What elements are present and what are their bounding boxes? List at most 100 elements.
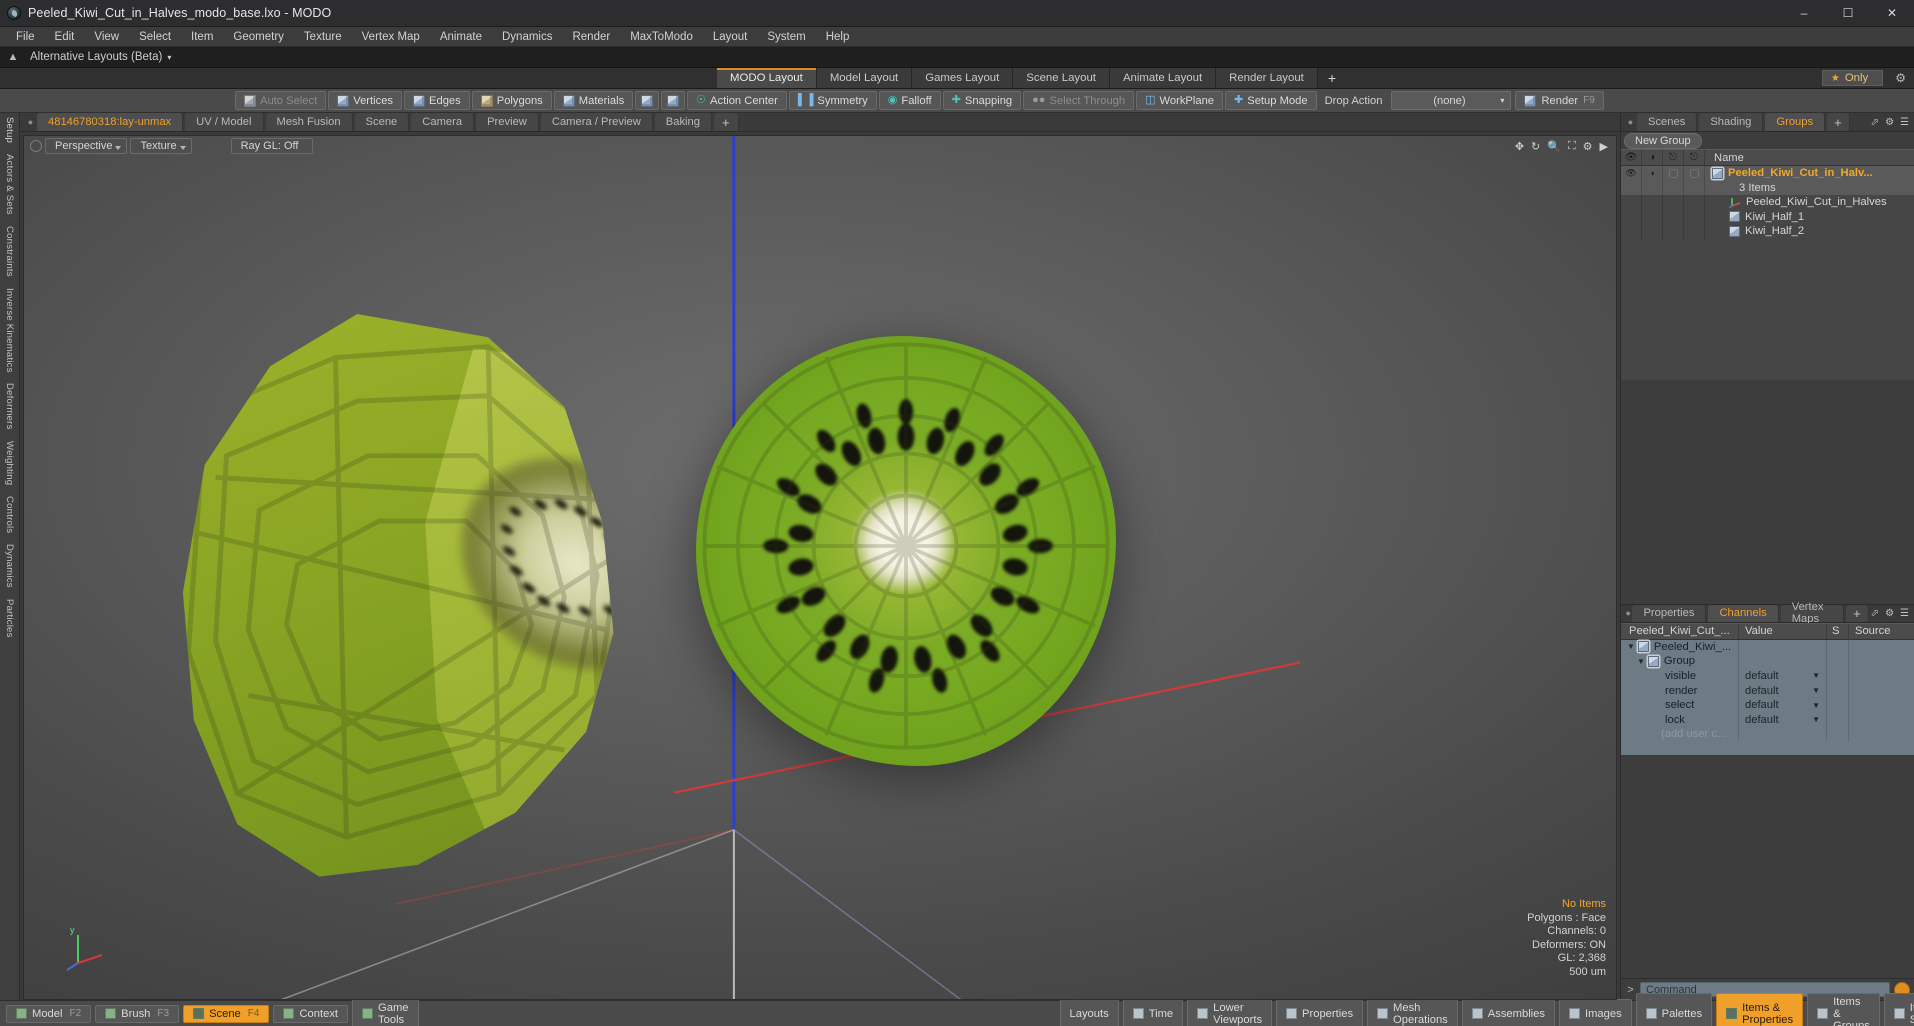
layout-tab-model[interactable]: Model Layout (816, 68, 913, 88)
row-wire-toggle[interactable] (1663, 166, 1684, 181)
channel-row-lock[interactable]: lock default ▼ (1621, 712, 1914, 728)
viewport-tab-uv-model[interactable]: UV / Model (185, 113, 264, 131)
menu-layout[interactable]: Layout (703, 27, 758, 47)
rail-controls[interactable]: Controls (4, 496, 15, 533)
maximize-icon[interactable]: ▶ (1600, 140, 1608, 153)
item-row-kiwi-half-2[interactable]: Kiwi_Half_2 (1621, 224, 1914, 239)
group-item-list[interactable]: 👁 ◑ Peeled_Kiwi_Cut_in_Halv... 3 Items P… (1621, 166, 1914, 380)
only-toggle-button[interactable]: ★ Only (1821, 70, 1884, 86)
edges-button[interactable]: Edges (404, 91, 470, 110)
rail-actors-sets[interactable]: Actors & Sets (4, 154, 15, 215)
layout-tab-games[interactable]: Games Layout (912, 68, 1014, 88)
falloff-button[interactable]: ◉ Falloff (878, 91, 941, 110)
tab-scenes[interactable]: Scenes (1637, 113, 1698, 131)
panel-button-items-groups[interactable]: Items & Groups (1807, 992, 1880, 1026)
panel-button-layouts[interactable]: Layouts (1059, 998, 1119, 1026)
channels-list[interactable]: ▼ Peeled_Kiwi_... ▼ Group visible defaul… (1621, 639, 1914, 755)
viewport-options-dot-icon[interactable] (30, 140, 42, 152)
menu-texture[interactable]: Texture (294, 27, 352, 47)
panel-button-images[interactable]: Images (1558, 998, 1632, 1026)
solid-cube-icon[interactable]: ⎋ (1684, 150, 1705, 165)
viewport-tab-scene[interactable]: Scene (354, 113, 410, 131)
menu-edit[interactable]: Edit (45, 27, 85, 47)
menu-view[interactable]: View (84, 27, 129, 47)
panel-menu-dot-icon[interactable]: ● (1624, 113, 1637, 131)
tab-vertex-maps[interactable]: Vertex Maps (1780, 601, 1845, 625)
raygl-toggle[interactable]: Ray GL: Off (230, 138, 314, 154)
menu-maxtomodo[interactable]: MaxToModo (620, 27, 703, 47)
add-viewport-tab-button[interactable]: + (714, 113, 739, 131)
view-mode-dropdown[interactable]: Perspective (45, 138, 128, 154)
menu-help[interactable]: Help (816, 27, 860, 47)
polygons-button[interactable]: Polygons (471, 91, 552, 110)
vertices-button[interactable]: Vertices (328, 91, 403, 110)
tab-properties[interactable]: Properties (1632, 604, 1707, 622)
layout-tab-scene[interactable]: Scene Layout (1013, 68, 1110, 88)
select-center-icon[interactable] (661, 91, 686, 110)
rotate-view-icon[interactable]: ↻ (1531, 140, 1540, 153)
row-solid-toggle[interactable] (1684, 166, 1705, 181)
menu-select[interactable]: Select (129, 27, 181, 47)
chevron-down-icon[interactable]: ▾ (167, 53, 171, 62)
rail-weighting[interactable]: Weighting (4, 441, 15, 485)
render-button[interactable]: Render F9 (1515, 91, 1604, 110)
menu-geometry[interactable]: Geometry (223, 27, 294, 47)
channel-row-root[interactable]: ▼ Peeled_Kiwi_... (1621, 639, 1914, 655)
tab-channels[interactable]: Channels (1708, 604, 1779, 622)
alternative-layouts-label[interactable]: Alternative Layouts (Beta) (30, 51, 162, 63)
channel-value-select[interactable]: default ▼ (1739, 697, 1827, 713)
maximize-button[interactable]: ☐ (1826, 0, 1870, 26)
rail-inverse-kinematics[interactable]: Inverse Kinematics (4, 288, 15, 373)
select-through-button[interactable]: ●● Select Through (1023, 91, 1135, 110)
options-icon[interactable]: ⚙ (1583, 140, 1593, 153)
add-channels-tab-button[interactable]: + (1846, 604, 1869, 622)
panel-button-palettes[interactable]: Palettes (1635, 992, 1713, 1026)
panel-button-properties[interactable]: Properties (1276, 998, 1364, 1026)
panel-button-mesh-operations[interactable]: Mesh Operations (1367, 998, 1458, 1026)
viewport-tab-camera[interactable]: Camera (411, 113, 475, 131)
layout-tab-modo[interactable]: MODO Layout (717, 68, 817, 88)
panel-button-items-properties[interactable]: Items & Properties (1716, 992, 1804, 1026)
fit-view-icon[interactable]: ⛶ (1568, 140, 1576, 153)
gear-icon[interactable]: ⚙ (1885, 117, 1894, 128)
mode-button-brush[interactable]: Brush F3 (95, 1004, 180, 1023)
layout-tab-animate[interactable]: Animate Layout (1109, 68, 1217, 88)
new-group-button[interactable]: New Group (1624, 132, 1702, 149)
select-item-icon[interactable] (635, 91, 660, 110)
gear-icon[interactable]: ⚙ (1885, 608, 1894, 619)
zoom-view-icon[interactable]: 🔍 (1547, 140, 1561, 153)
mode-button-game-tools[interactable]: Game Tools (352, 998, 419, 1026)
tab-groups[interactable]: Groups (1765, 113, 1826, 131)
rail-deformers[interactable]: Deformers (4, 383, 15, 430)
drop-action-select[interactable]: (none) ▾ (1391, 91, 1512, 110)
channel-row-visible[interactable]: visible default ▼ (1621, 668, 1914, 684)
item-row-kiwi-half-1[interactable]: Kiwi_Half_1 (1621, 209, 1914, 224)
snapping-button[interactable]: ✚ Snapping (942, 91, 1022, 110)
viewport-tab-preview[interactable]: Preview (476, 113, 539, 131)
channel-row-group[interactable]: ▼ Group (1621, 654, 1914, 669)
kiwi-half-2-mesh[interactable] (696, 336, 1116, 766)
panel-button-assemblies[interactable]: Assemblies (1461, 998, 1555, 1026)
layout-tab-render[interactable]: Render Layout (1216, 68, 1318, 88)
pin-icon[interactable]: ▲ (0, 51, 26, 63)
channel-row-select[interactable]: select default ▼ (1621, 697, 1914, 713)
action-center-button[interactable]: ☉ Action Center (687, 91, 787, 110)
viewport-tab-camera-preview[interactable]: Camera / Preview (540, 113, 653, 131)
add-panel-tab-button[interactable]: + (1827, 113, 1850, 131)
panel-button-lower-viewports[interactable]: Lower Viewports (1187, 998, 1273, 1026)
item-row-locator[interactable]: Peeled_Kiwi_Cut_in_Halves (1621, 195, 1914, 210)
row-eye-toggle[interactable]: 👁 (1621, 166, 1642, 181)
workplane-button[interactable]: ◫ WorkPlane (1136, 91, 1224, 110)
menu-dynamics[interactable]: Dynamics (492, 27, 562, 47)
eye-icon[interactable]: 👁 (1621, 150, 1642, 165)
materials-button[interactable]: Materials (553, 91, 634, 110)
setup-mode-button[interactable]: ✚ Setup Mode (1225, 91, 1317, 110)
render-icon[interactable]: ◑ (1642, 150, 1663, 165)
menu-animate[interactable]: Animate (430, 27, 492, 47)
rail-dynamics[interactable]: Dynamics (4, 544, 15, 588)
rail-setup[interactable]: Setup (4, 117, 15, 143)
rail-particles[interactable]: Particles (4, 599, 15, 638)
channel-row-render[interactable]: render default ▼ (1621, 683, 1914, 698)
menu-system[interactable]: System (757, 27, 815, 47)
perspective-viewport[interactable]: Perspective Texture Ray GL: Off ✥ ↻ 🔍 ⛶ … (23, 135, 1617, 1000)
